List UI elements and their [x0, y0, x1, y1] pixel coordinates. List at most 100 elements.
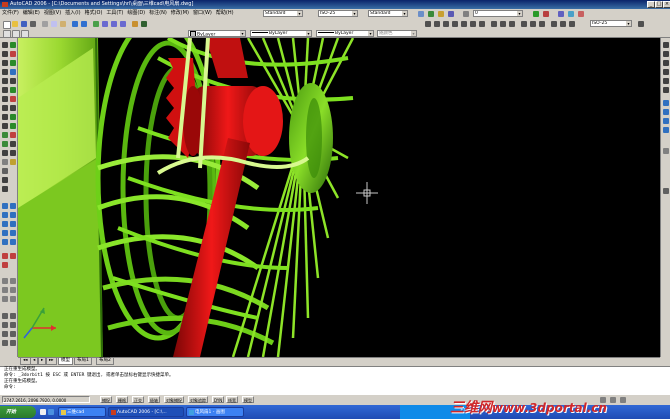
toggle-grid[interactable]: 栅格	[116, 396, 128, 403]
menu-tools[interactable]: 工具(T)	[106, 10, 123, 16]
ucs-object-icon[interactable]	[10, 331, 16, 337]
se-iso-icon[interactable]	[663, 109, 669, 115]
table-style-select[interactable]: Standard ▾	[368, 10, 408, 17]
redo-icon[interactable]	[81, 21, 87, 27]
lock-icon[interactable]	[610, 397, 616, 403]
maximize-button[interactable]: □	[655, 1, 663, 8]
diameter-dim-icon[interactable]	[470, 21, 476, 27]
circle-icon[interactable]	[2, 96, 8, 102]
dim-style-select-2[interactable]: ISO-25 ▾	[590, 20, 632, 27]
scale-icon[interactable]	[10, 96, 16, 102]
menu-help[interactable]: 帮助(H)	[216, 10, 234, 16]
tab-model[interactable]: 模型	[58, 358, 73, 365]
pointer-icon[interactable]	[3, 30, 11, 38]
rotate-icon[interactable]	[10, 87, 16, 93]
view-back-icon[interactable]	[663, 87, 669, 93]
lights-icon[interactable]	[2, 296, 8, 302]
camera-icon[interactable]	[663, 148, 669, 154]
toggle-lineweight[interactable]: 线宽	[226, 396, 238, 403]
dim-edit-icon[interactable]	[551, 21, 557, 27]
properties-icon[interactable]	[428, 11, 434, 17]
text-style-select[interactable]: Standard ▾	[263, 10, 303, 17]
lineweight-control[interactable]: ByLayer ▾	[316, 30, 374, 37]
command-prompt[interactable]: 命令:	[4, 385, 670, 391]
zoom-previous-icon[interactable]	[120, 21, 126, 27]
ne-iso-icon[interactable]	[663, 118, 669, 124]
construction-line-icon[interactable]	[2, 51, 8, 57]
plot-icon[interactable]	[30, 21, 36, 27]
workspace-icon[interactable]	[418, 11, 424, 17]
materials-icon[interactable]	[10, 287, 16, 293]
rectangle-icon[interactable]	[2, 78, 8, 84]
ucs-x-icon[interactable]	[10, 340, 16, 346]
cylinder-icon[interactable]	[2, 212, 8, 218]
menu-view[interactable]: 视图(V)	[44, 10, 61, 16]
design-center-icon[interactable]	[438, 11, 444, 17]
ellipse-icon[interactable]	[2, 123, 8, 129]
view-top-icon[interactable]	[663, 42, 669, 48]
make-current-icon[interactable]	[21, 30, 29, 38]
cone-icon[interactable]	[10, 212, 16, 218]
region-icon[interactable]	[2, 168, 8, 174]
menu-insert[interactable]: 插入(I)	[65, 10, 80, 16]
subtract-icon[interactable]	[10, 253, 16, 259]
intersect-icon[interactable]	[2, 262, 8, 268]
clean-screen-icon[interactable]	[620, 397, 626, 403]
tab-nav-first[interactable]: ◂◂	[20, 358, 31, 365]
sw-iso-icon[interactable]	[663, 100, 669, 106]
ucs-world-icon[interactable]	[10, 313, 16, 319]
menu-format[interactable]: 格式(O)	[85, 10, 103, 16]
dim-text-edit-icon[interactable]	[560, 21, 566, 27]
menu-window[interactable]: 窗口(W)	[193, 10, 212, 16]
coordinates-display[interactable]: 2747.2616, 2096.7920, 0.0000	[2, 396, 90, 403]
mirror-icon[interactable]	[10, 51, 16, 57]
properties-palette-icon[interactable]	[132, 21, 138, 27]
ucs-origin-icon[interactable]	[2, 322, 8, 328]
mtext-icon[interactable]	[2, 186, 8, 192]
linear-dim-icon[interactable]	[425, 21, 431, 27]
baseline-dim-icon[interactable]	[500, 21, 506, 27]
tolerance-icon[interactable]	[530, 21, 536, 27]
copy-object-icon[interactable]	[10, 42, 16, 48]
hatch-icon[interactable]	[2, 159, 8, 165]
toggle-otrack[interactable]: 对象追踪	[188, 396, 208, 403]
autocad-app-icon[interactable]	[2, 2, 8, 7]
extrude-icon[interactable]	[2, 230, 8, 236]
point-icon[interactable]	[2, 150, 8, 156]
arc-dim-icon[interactable]	[443, 21, 449, 27]
drawing-viewport[interactable]	[18, 38, 660, 357]
tab-layout2[interactable]: 布局2	[96, 358, 114, 365]
nw-iso-icon[interactable]	[663, 127, 669, 133]
named-views-icon[interactable]	[663, 188, 669, 194]
center-mark-icon[interactable]	[539, 21, 545, 27]
hide-icon[interactable]	[2, 278, 8, 284]
render-icon[interactable]	[10, 278, 16, 284]
arc-icon[interactable]	[2, 87, 8, 93]
toggle-dyn[interactable]: DYN	[212, 396, 225, 403]
pan-realtime-icon[interactable]	[93, 21, 99, 27]
show-desktop-icon[interactable]	[40, 409, 46, 415]
tab-nav-last[interactable]: ▸▸	[46, 358, 57, 365]
tool-palettes-icon[interactable]	[448, 11, 454, 17]
start-button[interactable]: 开始	[0, 406, 36, 418]
toggle-model[interactable]: 模型	[242, 396, 254, 403]
sphere-icon[interactable]	[10, 203, 16, 209]
toggle-polar[interactable]: 极轴	[148, 396, 160, 403]
layer-manager-icon[interactable]	[463, 11, 469, 17]
scenes-icon[interactable]	[10, 296, 16, 302]
menu-draw[interactable]: 绘图(D)	[127, 10, 145, 16]
break-icon[interactable]	[10, 132, 16, 138]
angular-dim-icon[interactable]	[479, 21, 485, 27]
continue-dim-icon[interactable]	[509, 21, 515, 27]
linetype-control[interactable]: ByLayer ▾	[250, 30, 312, 37]
pan-icon[interactable]	[568, 11, 574, 17]
explode-icon[interactable]	[10, 159, 16, 165]
tab-layout1[interactable]: 布局1	[74, 358, 92, 365]
trim-icon[interactable]	[10, 114, 16, 120]
ucs-view-icon[interactable]	[2, 340, 8, 346]
view-front-icon[interactable]	[663, 78, 669, 84]
orbit-icon[interactable]	[578, 11, 584, 17]
spline-icon[interactable]	[2, 114, 8, 120]
minimize-button[interactable]: _	[647, 1, 655, 8]
revcloud-icon[interactable]	[2, 105, 8, 111]
